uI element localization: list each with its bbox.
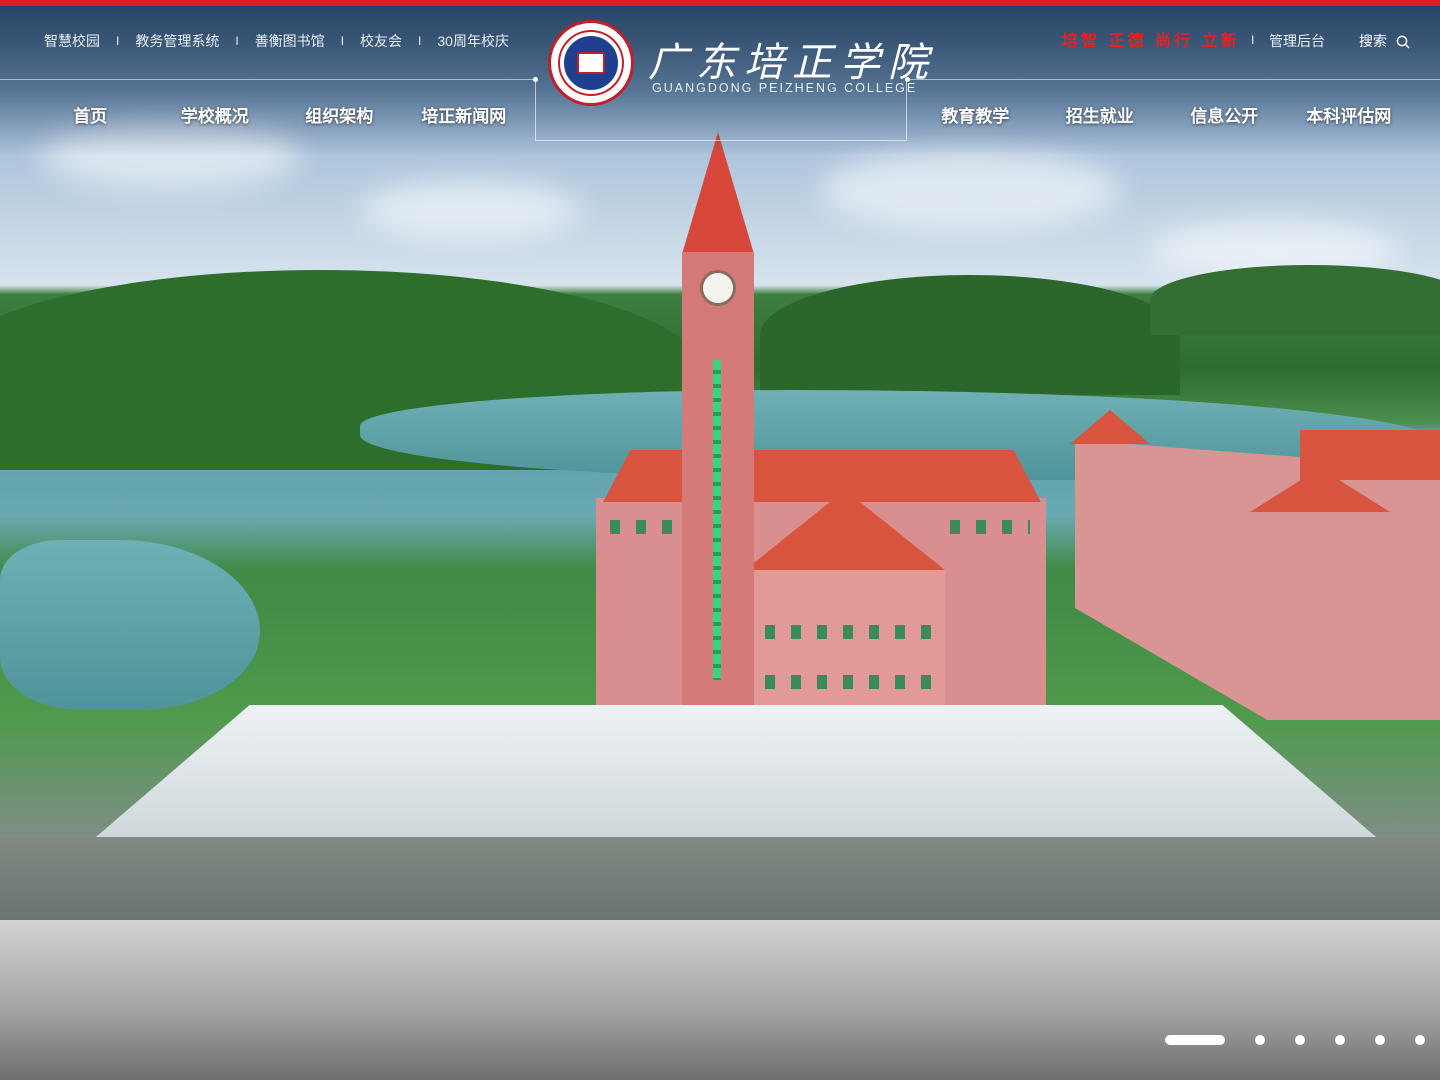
carousel-dot[interactable] — [1335, 1035, 1345, 1045]
separator: I — [340, 34, 345, 48]
cloud — [820, 150, 1120, 230]
windows — [610, 520, 680, 534]
carousel-pagination — [1165, 1035, 1425, 1045]
brand-name-en: GUANGDONG PEIZHENG COLLEGE — [652, 81, 918, 95]
nav-organization[interactable]: 组织架构 — [277, 102, 402, 127]
tower-light-strip — [713, 360, 721, 680]
utility-links: 智慧校园 I 教务管理系统 I 善衡图书馆 I 校友会 I 30周年校庆 — [44, 31, 509, 51]
nav-education[interactable]: 教育教学 — [913, 102, 1038, 127]
separator: I — [116, 34, 120, 48]
main-nav-left: 首页 学校概况 组织架构 培正新闻网 — [28, 102, 526, 127]
nav-home[interactable]: 首页 — [28, 102, 153, 127]
nav-divider-left — [0, 79, 535, 80]
hill — [760, 275, 1180, 395]
school-motto: 培智 正德 尚行 立新 — [1062, 31, 1240, 50]
book-icon — [577, 52, 605, 74]
college-emblem-icon[interactable] — [548, 20, 634, 106]
brand-name-cn: 广东培正学院 — [648, 40, 936, 86]
nav-disclosure[interactable]: 信息公开 — [1162, 102, 1287, 127]
river — [0, 540, 260, 710]
main-roof — [603, 450, 1041, 502]
search-label: 搜索 — [1359, 33, 1387, 49]
lower-campus — [0, 837, 1440, 920]
windows — [765, 675, 935, 689]
link-smart-campus[interactable]: 智慧校园 — [44, 31, 100, 51]
admin-link[interactable]: 管理后台 — [1269, 31, 1325, 51]
frame-dot — [533, 77, 538, 82]
windows — [765, 625, 935, 639]
nav-admissions[interactable]: 招生就业 — [1038, 102, 1163, 127]
separator: I — [418, 34, 422, 48]
link-academic-system[interactable]: 教务管理系统 — [135, 31, 219, 51]
cloud — [360, 180, 580, 240]
carousel-dot[interactable] — [1415, 1035, 1425, 1045]
hill — [1150, 265, 1440, 335]
right-building — [1075, 440, 1440, 720]
front-wing — [735, 570, 945, 710]
carousel-dot[interactable] — [1295, 1035, 1305, 1045]
nav-news[interactable]: 培正新闻网 — [402, 102, 527, 127]
carousel-dot[interactable] — [1375, 1035, 1385, 1045]
stadium-canopy — [96, 705, 1376, 837]
link-alumni[interactable]: 校友会 — [360, 31, 402, 51]
carousel-dot[interactable] — [1255, 1035, 1265, 1045]
main-nav-right: 教育教学 招生就业 信息公开 本科评估网 — [913, 102, 1411, 127]
right-roof — [1300, 430, 1440, 480]
link-anniversary[interactable]: 30周年校庆 — [437, 31, 509, 51]
link-library[interactable]: 善衡图书馆 — [255, 31, 325, 51]
separator: I — [1251, 33, 1255, 47]
nav-divider-right — [907, 79, 1440, 80]
windows — [950, 520, 1030, 534]
clock-face — [700, 270, 736, 306]
nav-assessment[interactable]: 本科评估网 — [1287, 102, 1412, 127]
nav-about[interactable]: 学校概况 — [153, 102, 278, 127]
separator: I — [235, 34, 239, 48]
emblem-inner — [560, 32, 622, 94]
carousel-dot-active[interactable] — [1165, 1035, 1225, 1045]
hero-bottom-gradient — [0, 920, 1440, 1080]
search-icon — [1396, 35, 1410, 49]
search-button[interactable]: 搜索 — [1359, 31, 1410, 51]
